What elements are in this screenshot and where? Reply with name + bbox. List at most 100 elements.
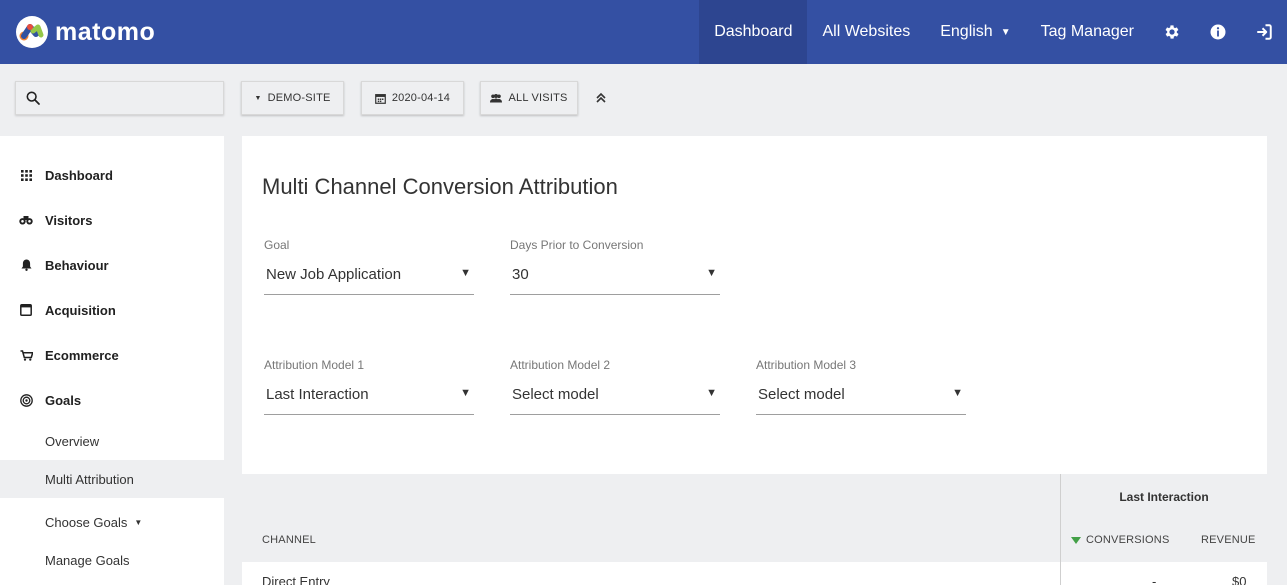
model2-field: Attribution Model 2 Select model ▼ — [510, 358, 720, 415]
bell-icon — [19, 258, 33, 272]
nav-dashboard[interactable]: Dashboard — [699, 0, 808, 64]
logo-text: matomo — [55, 17, 156, 46]
caret-down-icon: ▼ — [254, 94, 262, 102]
sidebar-item-label: Dashboard — [45, 167, 113, 183]
sidebar-item-behaviour[interactable]: Behaviour — [0, 245, 224, 285]
column-header-conversions-label: CONVERSIONS — [1086, 534, 1170, 546]
column-header-channel[interactable]: CHANNEL — [262, 534, 316, 546]
binoculars-icon — [19, 213, 33, 227]
sidebar-subitem-manage-goals[interactable]: Manage Goals — [0, 541, 224, 579]
users-icon — [490, 93, 503, 103]
nav-tag-manager-label: Tag Manager — [1040, 23, 1134, 40]
table-header: CHANNEL Last Interaction CONVERSIONS REV… — [242, 474, 1267, 562]
sidebar-subitem-overview[interactable]: Overview — [0, 422, 224, 460]
window-icon — [19, 303, 33, 317]
sort-desc-icon — [1071, 536, 1081, 544]
matomo-logo-icon — [16, 16, 48, 48]
sidebar-item-dashboard[interactable]: Dashboard — [0, 155, 224, 195]
sign-out-button[interactable] — [1241, 0, 1287, 64]
gear-icon — [1165, 25, 1179, 39]
table-row-revenue: $0 — [1232, 574, 1247, 585]
goal-label: Goal — [264, 238, 290, 252]
sidebar-subitem-choose-goals[interactable]: Choose Goals ▼ — [0, 503, 224, 541]
search-box[interactable] — [15, 81, 224, 115]
grid-icon — [19, 168, 33, 182]
target-icon — [19, 393, 33, 407]
dropdown-arrow-icon: ▼ — [706, 267, 717, 279]
model3-label: Attribution Model 3 — [756, 358, 857, 372]
nav-tag-manager[interactable]: Tag Manager — [1026, 0, 1149, 64]
sidebar-item-acquisition[interactable]: Acquisition — [0, 290, 224, 330]
model1-select-value: Last Interaction — [266, 386, 369, 403]
site-selector[interactable]: ▼ DEMO-SITE — [241, 81, 344, 115]
language-label: English — [940, 23, 993, 40]
days-select-value: 30 — [512, 266, 529, 283]
caret-down-icon: ▼ — [134, 517, 143, 527]
model2-select[interactable]: Select model ▼ — [510, 386, 720, 415]
model2-label: Attribution Model 2 — [510, 358, 611, 372]
column-header-revenue[interactable]: REVENUE — [1201, 534, 1256, 546]
column-header-conversions[interactable]: CONVERSIONS — [1071, 534, 1170, 546]
table-row-conversions: - — [1152, 574, 1157, 585]
table-row-channel[interactable]: Direct Entry — [262, 574, 330, 585]
help-button[interactable] — [1195, 0, 1241, 64]
goal-select-value: New Job Application — [266, 266, 402, 283]
days-field: Days Prior to Conversion 30 ▼ — [510, 238, 720, 295]
attribution-card: Multi Channel Conversion Attribution Goa… — [242, 136, 1267, 585]
cart-icon — [19, 348, 33, 362]
segment-selector[interactable]: ALL VISITS — [480, 81, 578, 115]
sidebar-item-goals[interactable]: Goals — [0, 380, 224, 420]
search-icon — [26, 91, 40, 105]
dropdown-arrow-icon: ▼ — [952, 387, 963, 399]
column-group-last-interaction: Last Interaction — [1119, 490, 1209, 504]
top-bar: matomo Dashboard All Websites English ▼ … — [0, 0, 1287, 64]
sidebar-item-label: Visitors — [45, 212, 93, 228]
nav-all-websites-label: All Websites — [822, 23, 911, 40]
model2-select-value: Select model — [512, 386, 599, 403]
model3-select[interactable]: Select model ▼ — [756, 386, 966, 415]
model1-select[interactable]: Last Interaction ▼ — [264, 386, 474, 415]
sidebar-item-ecommerce[interactable]: Ecommerce — [0, 335, 224, 375]
nav-dashboard-label: Dashboard — [714, 23, 793, 40]
calendar-icon — [374, 93, 386, 104]
double-chevron-up-icon — [596, 92, 606, 103]
days-select[interactable]: 30 ▼ — [510, 266, 720, 295]
sidebar-subitem-multi-attribution[interactable]: Multi Attribution — [0, 460, 224, 498]
column-divider — [1060, 474, 1061, 585]
info-icon — [1210, 24, 1226, 40]
sidebar-item-label: Acquisition — [45, 302, 116, 318]
nav-all-websites[interactable]: All Websites — [807, 0, 925, 64]
model1-field: Attribution Model 1 Last Interaction ▼ — [264, 358, 474, 415]
top-nav: Dashboard All Websites English ▼ Tag Man… — [699, 0, 1287, 64]
sidebar-item-label: Goals — [45, 392, 82, 408]
sidebar-item-visitors[interactable]: Visitors — [0, 200, 224, 240]
model3-field: Attribution Model 3 Select model ▼ — [756, 358, 966, 415]
admin-button[interactable] — [1149, 0, 1195, 64]
language-selector[interactable]: English ▼ — [925, 0, 1025, 64]
matomo-logo[interactable]: matomo — [16, 16, 155, 48]
sidebar-item-label: Behaviour — [45, 257, 109, 273]
days-label: Days Prior to Conversion — [510, 238, 644, 252]
segment-selector-label: ALL VISITS — [508, 92, 568, 104]
collapse-toolbar-button[interactable] — [592, 89, 610, 107]
model1-label: Attribution Model 1 — [264, 358, 365, 372]
sign-out-icon — [1257, 24, 1272, 40]
sidebar-menu: Dashboard Visitors Behaviour Acquisition… — [0, 136, 224, 585]
sidebar-subitem-label: Manage Goals — [45, 552, 130, 568]
sidebar-subitem-label: Choose Goals — [45, 514, 128, 530]
date-selector-label: 2020-04-14 — [391, 92, 451, 104]
date-selector[interactable]: 2020-04-14 — [361, 81, 464, 115]
model3-select-value: Select model — [758, 386, 845, 403]
page-title: Multi Channel Conversion Attribution — [262, 174, 618, 199]
sidebar-item-label: Ecommerce — [45, 347, 119, 363]
goal-select[interactable]: New Job Application ▼ — [264, 266, 474, 295]
sidebar-subitem-label: Overview — [45, 433, 100, 449]
dropdown-arrow-icon: ▼ — [460, 387, 471, 399]
search-input[interactable] — [47, 90, 207, 106]
sidebar-subitem-label: Multi Attribution — [45, 471, 134, 487]
dropdown-arrow-icon: ▼ — [460, 267, 471, 279]
caret-down-icon: ▼ — [1000, 26, 1011, 38]
goal-field: Goal New Job Application ▼ — [264, 238, 474, 295]
dropdown-arrow-icon: ▼ — [706, 387, 717, 399]
site-selector-label: DEMO-SITE — [267, 92, 331, 104]
